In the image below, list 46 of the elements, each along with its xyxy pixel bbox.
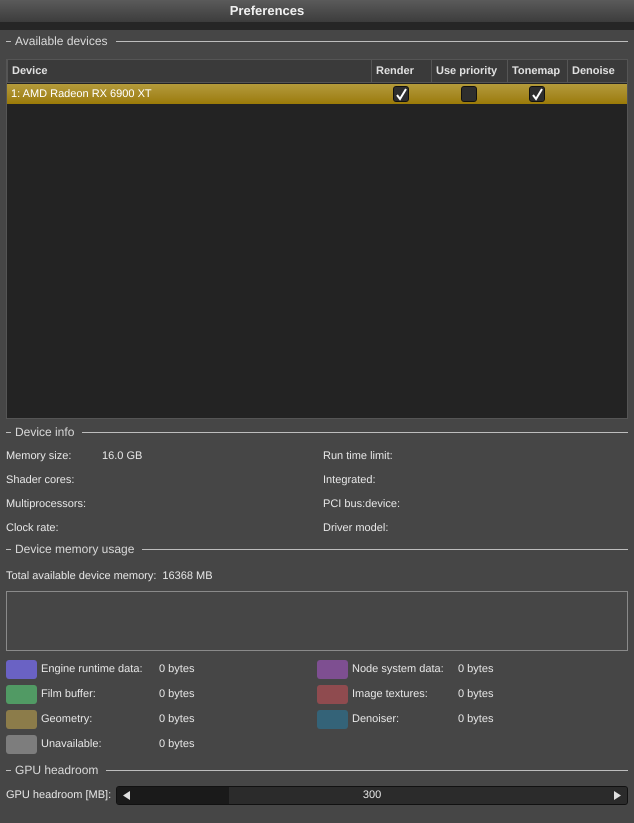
info-label: PCI bus:device: bbox=[323, 496, 402, 512]
info-label: Clock rate: bbox=[6, 520, 60, 536]
section-title: GPU headroom bbox=[15, 762, 98, 779]
checkbox[interactable] bbox=[461, 86, 477, 102]
info-label: Integrated: bbox=[323, 472, 377, 488]
column-header[interactable]: Device bbox=[7, 60, 371, 82]
checkmark-icon bbox=[530, 88, 544, 100]
info-label: Driver model: bbox=[323, 520, 390, 536]
device-name: 1: AMD Radeon RX 6900 XT bbox=[10, 86, 153, 102]
legend-value: 0 bytes bbox=[159, 662, 194, 678]
column-header[interactable]: Tonemap bbox=[507, 60, 567, 82]
legend-label: Unavailable: bbox=[41, 737, 103, 752]
right-arrow-icon[interactable] bbox=[614, 790, 621, 800]
info-label: Shader cores: bbox=[6, 472, 76, 488]
column-header[interactable]: Use priority bbox=[431, 60, 507, 82]
checkbox[interactable] bbox=[393, 86, 409, 102]
legend-value: 0 bytes bbox=[458, 712, 494, 728]
legend-value: 0 bytes bbox=[458, 687, 494, 702]
total-memory-label: Total available device memory: bbox=[6, 568, 156, 584]
headroom-value: 300 bbox=[362, 788, 382, 803]
info-label: Memory size: bbox=[6, 448, 72, 464]
total-memory-value: 16368 MB bbox=[162, 568, 213, 584]
column-header[interactable]: Render bbox=[371, 60, 431, 82]
legend-label: Geometry: bbox=[41, 712, 94, 728]
legend-label: Denoiser: bbox=[352, 712, 400, 728]
info-label: Multiprocessors: bbox=[6, 496, 88, 512]
section-title: Available devices bbox=[15, 33, 108, 50]
legend-label: Film buffer: bbox=[41, 687, 97, 702]
legend-value: 0 bytes bbox=[159, 712, 194, 728]
legend-value: 0 bytes bbox=[159, 737, 194, 752]
legend-label: Engine runtime data: bbox=[41, 662, 144, 678]
checkbox[interactable] bbox=[529, 86, 545, 102]
column-header[interactable]: Denoise bbox=[567, 60, 627, 82]
window-title: Preferences bbox=[230, 2, 304, 20]
legend-value: 0 bytes bbox=[458, 662, 494, 678]
checkmark-icon bbox=[394, 88, 408, 100]
info-label: Run time limit: bbox=[323, 448, 394, 464]
legend-label: Image textures: bbox=[352, 687, 429, 702]
left-arrow-icon[interactable] bbox=[123, 790, 130, 800]
info-value: 16.0 GB bbox=[102, 448, 142, 464]
headroom-slider[interactable]: 300 bbox=[116, 786, 628, 804]
section-title: Device info bbox=[15, 424, 74, 441]
legend-value: 0 bytes bbox=[159, 687, 194, 702]
section-title: Device memory usage bbox=[15, 541, 134, 558]
legend-label: Node system data: bbox=[352, 662, 445, 678]
headroom-label: GPU headroom [MB]: bbox=[6, 788, 112, 803]
